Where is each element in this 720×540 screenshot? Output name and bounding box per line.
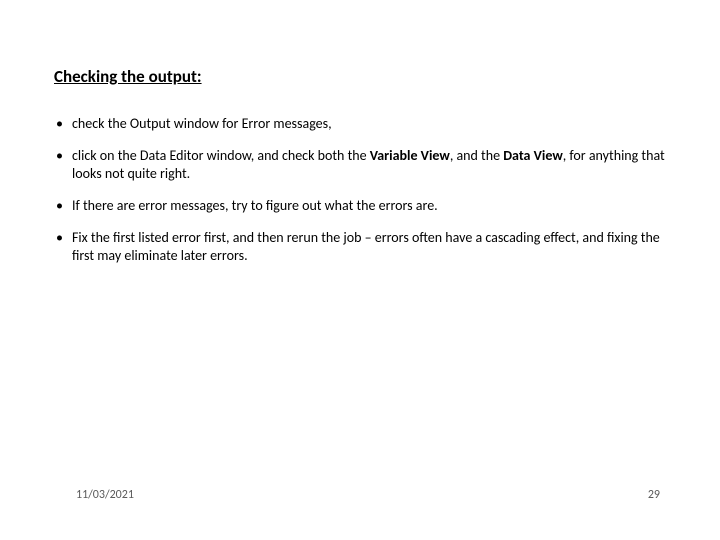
footer-page-number: 29 — [648, 488, 660, 502]
slide: Checking the output: check the Output wi… — [0, 0, 720, 540]
bullet-list: check the Output window for Error messag… — [54, 115, 666, 264]
list-item: Fix the first listed error first, and th… — [54, 229, 666, 265]
list-item: If there are error messages, try to figu… — [54, 197, 666, 215]
list-item: click on the Data Editor window, and che… — [54, 147, 666, 183]
heading-text: Checking the output: — [54, 66, 202, 87]
slide-heading: Checking the output: — [54, 66, 666, 87]
bullet-text: check the Output window for Error messag… — [72, 115, 332, 132]
bold-text: Data View — [503, 147, 563, 164]
bullet-text: click on the Data Editor window, and che… — [72, 147, 370, 164]
bold-text: Variable View — [370, 147, 450, 164]
list-item: check the Output window for Error messag… — [54, 115, 666, 133]
slide-footer: 11/03/2021 29 — [76, 488, 660, 502]
bullet-text: Fix the first listed error first, and th… — [72, 229, 660, 264]
bullet-text: , and the — [450, 147, 503, 164]
bullet-text: If there are error messages, try to figu… — [72, 197, 438, 214]
footer-date: 11/03/2021 — [76, 488, 134, 502]
